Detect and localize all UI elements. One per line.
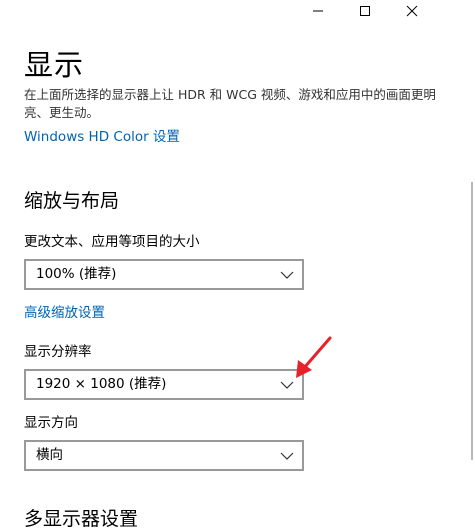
orientation-label: 显示方向 xyxy=(24,415,78,431)
chevron-down-icon xyxy=(280,452,294,460)
hdr-color-settings-link[interactable]: Windows HD Color 设置 xyxy=(24,128,180,146)
multi-display-heading: 多显示器设置 xyxy=(24,508,139,530)
resolution-label: 显示分辨率 xyxy=(24,344,92,360)
text-size-value: 100% (推荐) xyxy=(36,266,117,282)
advanced-scaling-link[interactable]: 高级缩放设置 xyxy=(24,304,105,322)
minimize-icon xyxy=(313,10,323,12)
maximize-icon xyxy=(360,6,370,16)
text-size-label: 更改文本、应用等项目的大小 xyxy=(24,234,200,250)
maximize-button[interactable] xyxy=(342,0,388,22)
minimize-button[interactable] xyxy=(295,0,341,22)
resolution-dropdown[interactable]: 1920 × 1080 (推荐) xyxy=(24,369,304,400)
close-button[interactable] xyxy=(389,0,435,22)
chevron-down-icon xyxy=(280,381,294,389)
page-description: 在上面所选择的显示器上让 HDR 和 WCG 视频、游戏和应用中的画面更明亮、更… xyxy=(24,87,436,120)
scale-layout-heading: 缩放与布局 xyxy=(24,190,120,212)
text-size-dropdown[interactable]: 100% (推荐) xyxy=(24,259,304,290)
scrollbar-thumb[interactable] xyxy=(471,182,473,460)
orientation-dropdown[interactable]: 横向 xyxy=(24,440,304,471)
page-title: 显示 xyxy=(24,48,85,82)
resolution-value: 1920 × 1080 (推荐) xyxy=(36,376,167,392)
chevron-down-icon xyxy=(280,271,294,279)
orientation-value: 横向 xyxy=(36,447,63,463)
close-icon xyxy=(406,5,418,17)
title-bar xyxy=(295,0,475,22)
